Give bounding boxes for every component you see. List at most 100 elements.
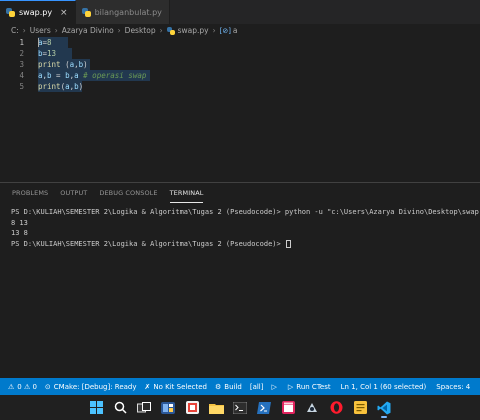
problems-status-icon: ⚠ [8,382,15,391]
chevron-right-icon: › [22,26,26,35]
terminal-icon[interactable] [229,397,251,419]
indentation[interactable]: Spaces: 4 [436,383,470,391]
code-token: print [38,60,61,69]
code-line: 5 print(a,b) [0,81,480,92]
code-text: a=8 [38,37,52,48]
code-token: # operasi swap [78,71,147,80]
office-icon[interactable] [181,397,203,419]
search-icon[interactable] [109,397,131,419]
problems-status-label: 0 ⚠ 0 [17,382,37,391]
line-number: 1 [19,38,24,47]
opera-icon[interactable] [325,397,347,419]
python-file-icon [81,7,91,17]
run-button[interactable]: ▷ [272,383,280,391]
breadcrumb-item[interactable]: swap.py [178,26,209,35]
code-token: print [38,82,61,91]
text-cursor [38,38,39,47]
widgets-icon[interactable] [157,397,179,419]
vscode-icon[interactable] [373,397,395,419]
calendar-app-icon[interactable] [277,397,299,419]
chevron-right-icon: › [159,26,163,35]
terminal-line: PS D:\KULIAH\SEMESTER 2\Logika & Algorit… [11,239,480,250]
bottom-panel: PROBLEMS OUTPUT DEBUG CONSOLE TERMINAL PS D… [0,182,480,378]
run-button-icon: ▷ [271,382,277,391]
panel-tab-output[interactable]: OUTPUT [60,183,87,203]
code-token: = [51,71,66,80]
cursor-position[interactable]: Ln 1, Col 1 (60 selected) [341,383,427,391]
breadcrumb-item[interactable]: Users [30,26,51,35]
breadcrumb: C: › Users › Azarya Divino › Desktop › swap.py ›[… [0,24,480,37]
tab-label: bilanganbulat.py [94,7,162,17]
ctest-button[interactable]: ▷ Run CTest [288,383,331,391]
tab-label: swap.py [19,8,53,17]
build-button[interactable]: ⚙ Build [215,383,242,391]
code-editor[interactable]: 1 a=8 2 b=13 3 print (a,b) 4 a,b = b,a # operas… [0,37,480,182]
close-icon[interactable]: × [60,8,68,18]
kit-status-label: No Kit Selected [153,382,207,391]
task-view-icon[interactable] [133,397,155,419]
kit-status-icon: ✗ [144,382,151,391]
code-token: ) [83,60,88,69]
windows-start-icon[interactable] [85,397,107,419]
chevron-right-icon: › [212,26,216,35]
code-line: 2 b=13 [0,48,480,59]
python-file-icon [6,8,15,17]
panel-tab-debug-console[interactable]: DEBUG CONSOLE [99,183,157,203]
terminal-output[interactable]: PS D:\KULIAH\SEMESTER 2\Logika & Algorit… [11,207,480,249]
terminal-text: 8 13 [11,218,28,227]
breadcrumb-symbol[interactable]: a [233,26,238,35]
code-line: 1 a=8 [0,37,480,48]
file-explorer-icon[interactable] [205,397,227,419]
variable-symbol-icon: [⊘] [219,26,231,35]
cmake-status-icon: ⊙ [44,382,51,391]
steam-icon[interactable] [301,397,323,419]
code-text: print (a,b) [38,59,88,70]
editor-tab-1[interactable]: bilanganbulat.py [75,0,170,24]
line-number: 2 [19,49,24,58]
ctest-button-icon: ▷ [287,382,294,391]
terminal-line: PS D:\KULIAH\SEMESTER 2\Logika & Algorit… [11,207,480,218]
panel-tab-problems[interactable]: PROBLEMS [12,183,48,203]
terminal-text: PS D:\KULIAH\SEMESTER 2\Logika & Algorit… [11,239,285,248]
terminal-text: PS D:\KULIAH\SEMESTER 2\Logika & Algorit… [11,208,480,216]
terminal-text: 13 8 [11,229,28,237]
python-file-icon [166,26,175,35]
build-button-icon: ⚙ [214,382,222,391]
target-status[interactable]: [all] [250,383,264,391]
notes-icon[interactable] [349,397,371,419]
editor-tab-0[interactable]: swap.py × [0,0,76,24]
breadcrumb-item[interactable]: C: [11,26,19,35]
code-token: 13 [47,49,57,58]
editor-tab-bar: swap.py × bilanganbulat.py [0,0,480,24]
problems-status[interactable]: ⚠ 0 ⚠ 0 [8,383,37,391]
code-text: b=13 [38,48,56,59]
code-line: 4 a,b = b,a # operasi swap [0,70,480,81]
line-number: 3 [19,60,24,69]
terminal-line: 13 8 [11,228,480,239]
status-bar: ⚠ 0 ⚠ 0 ⊙ CMake: [Debug]: Ready ✗ No Kit Sele… [0,378,480,395]
panel-tab-terminal[interactable]: TERMINAL [169,183,204,203]
windows-taskbar [0,395,480,420]
cmake-status-label: CMake: [Debug]: Ready [53,382,137,391]
ctest-button-label: Run CTest [296,382,331,391]
cmake-status[interactable]: ⊙ CMake: [Debug]: Ready [45,383,137,391]
target-status-label: [all] [249,382,264,391]
kit-status[interactable]: ✗ No Kit Selected [145,383,207,391]
powershell-icon[interactable] [253,397,275,419]
code-text: a,b = b,a # operasi swap [38,70,146,81]
breadcrumb-item[interactable]: Azarya Divino [62,26,114,35]
code-line: 3 print (a,b) [0,59,480,70]
terminal-cursor [285,239,291,248]
terminal-line: 8 13 [11,218,480,229]
line-number: 5 [19,82,24,91]
status-bar-right: Ln 1, Col 1 (60 selected)Spaces: 4UTF-8C… [331,383,480,391]
code-token: ( [60,60,70,69]
code-token: 8 [47,38,52,47]
breadcrumb-item[interactable]: Desktop [125,26,156,35]
code-token: ) [78,82,84,91]
code-text: print(a,b) [38,81,83,92]
chevron-right-icon: › [54,26,58,35]
build-button-label: Build [224,382,242,391]
line-number: 4 [19,71,24,80]
panel-tabs: PROBLEMS OUTPUT DEBUG CONSOLE TERMINAL [0,183,215,203]
